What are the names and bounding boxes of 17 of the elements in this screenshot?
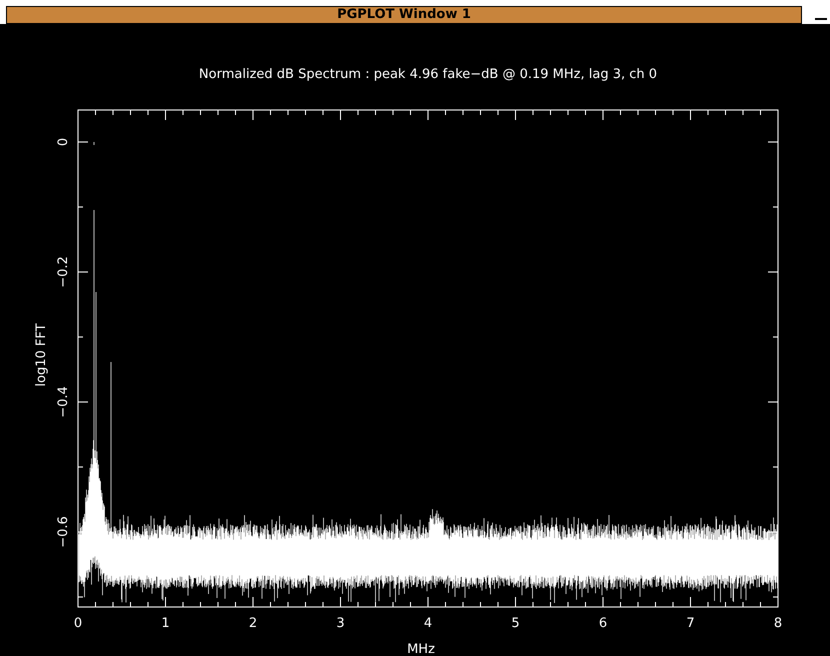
plot-title: Normalized dB Spectrum : peak 4.96 fake−dB @ 0.19 MHz, lag 3, ch 0 <box>198 67 658 82</box>
y-tick-label: −0.6 <box>56 516 71 548</box>
y-tick-label: −0.2 <box>56 256 71 288</box>
x-tick-label: 6 <box>598 616 608 631</box>
window-title: PGPLOT Window 1 <box>6 6 802 24</box>
x-tick-label: 4 <box>424 616 432 631</box>
y-axis-label: log10 FFT <box>34 323 49 387</box>
x-tick-label: 0 <box>74 616 82 631</box>
x-tick-label: 3 <box>336 616 345 631</box>
y-tick-label: 0 <box>56 138 71 146</box>
x-tick-label: 1 <box>161 616 170 631</box>
x-tick-label: 2 <box>248 616 258 631</box>
x-tick-label: 5 <box>511 616 520 631</box>
x-tick-label: 7 <box>686 616 695 631</box>
x-tick-label: 8 <box>774 616 782 631</box>
y-tick-label: −0.4 <box>56 386 71 418</box>
x-axis-label: MHz <box>407 642 435 656</box>
